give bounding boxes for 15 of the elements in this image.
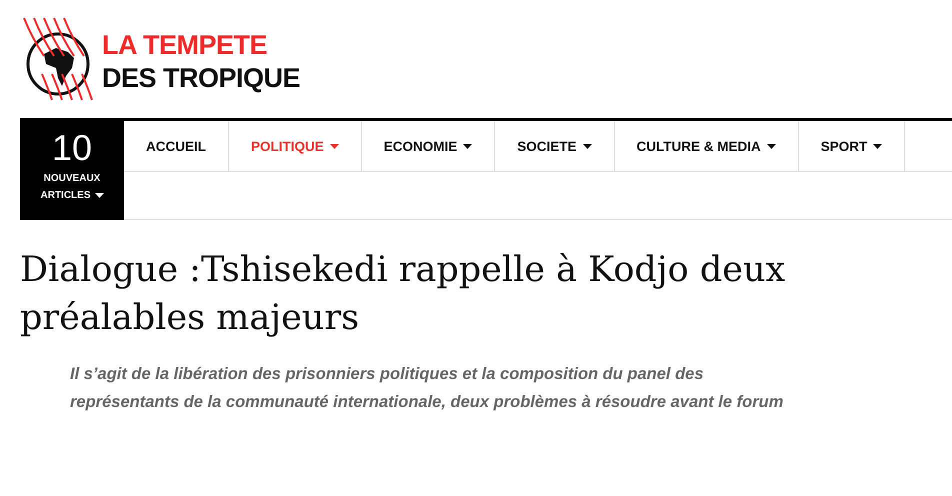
news-label: NOUVEAUX: [44, 173, 100, 184]
nav-item[interactable]: POLITIQUE: [229, 121, 362, 171]
nav-item[interactable]: SPORT: [798, 121, 906, 171]
article-title: Dialogue :Tshisekedi rappelle à Kodjo deux préalables majeurs: [20, 249, 786, 340]
caret-icon: [94, 193, 104, 198]
nav-item[interactable]: CULTURE & MEDIA: [614, 121, 799, 171]
nav-item[interactable]: ECONOMIE: [362, 121, 496, 171]
site-name[interactable]: LA TEMPETE: [102, 29, 300, 62]
news-label: ARTICLES: [40, 190, 90, 201]
nav-item[interactable]: ACCUEIL: [124, 121, 229, 171]
article-lead: Il s’agit de la libération des prisonniers politiques et la composition du panel des représentants de la communauté internationale, deux problèmes à résoudre avant le forum: [70, 364, 784, 413]
news-counter[interactable]: 10 NOUVEAUX ARTICLES: [20, 121, 124, 220]
nav-item[interactable]: SOCIETE: [495, 121, 615, 171]
site-name[interactable]: DES TROPIQUE: [102, 62, 300, 95]
news-count: 10: [52, 129, 92, 167]
